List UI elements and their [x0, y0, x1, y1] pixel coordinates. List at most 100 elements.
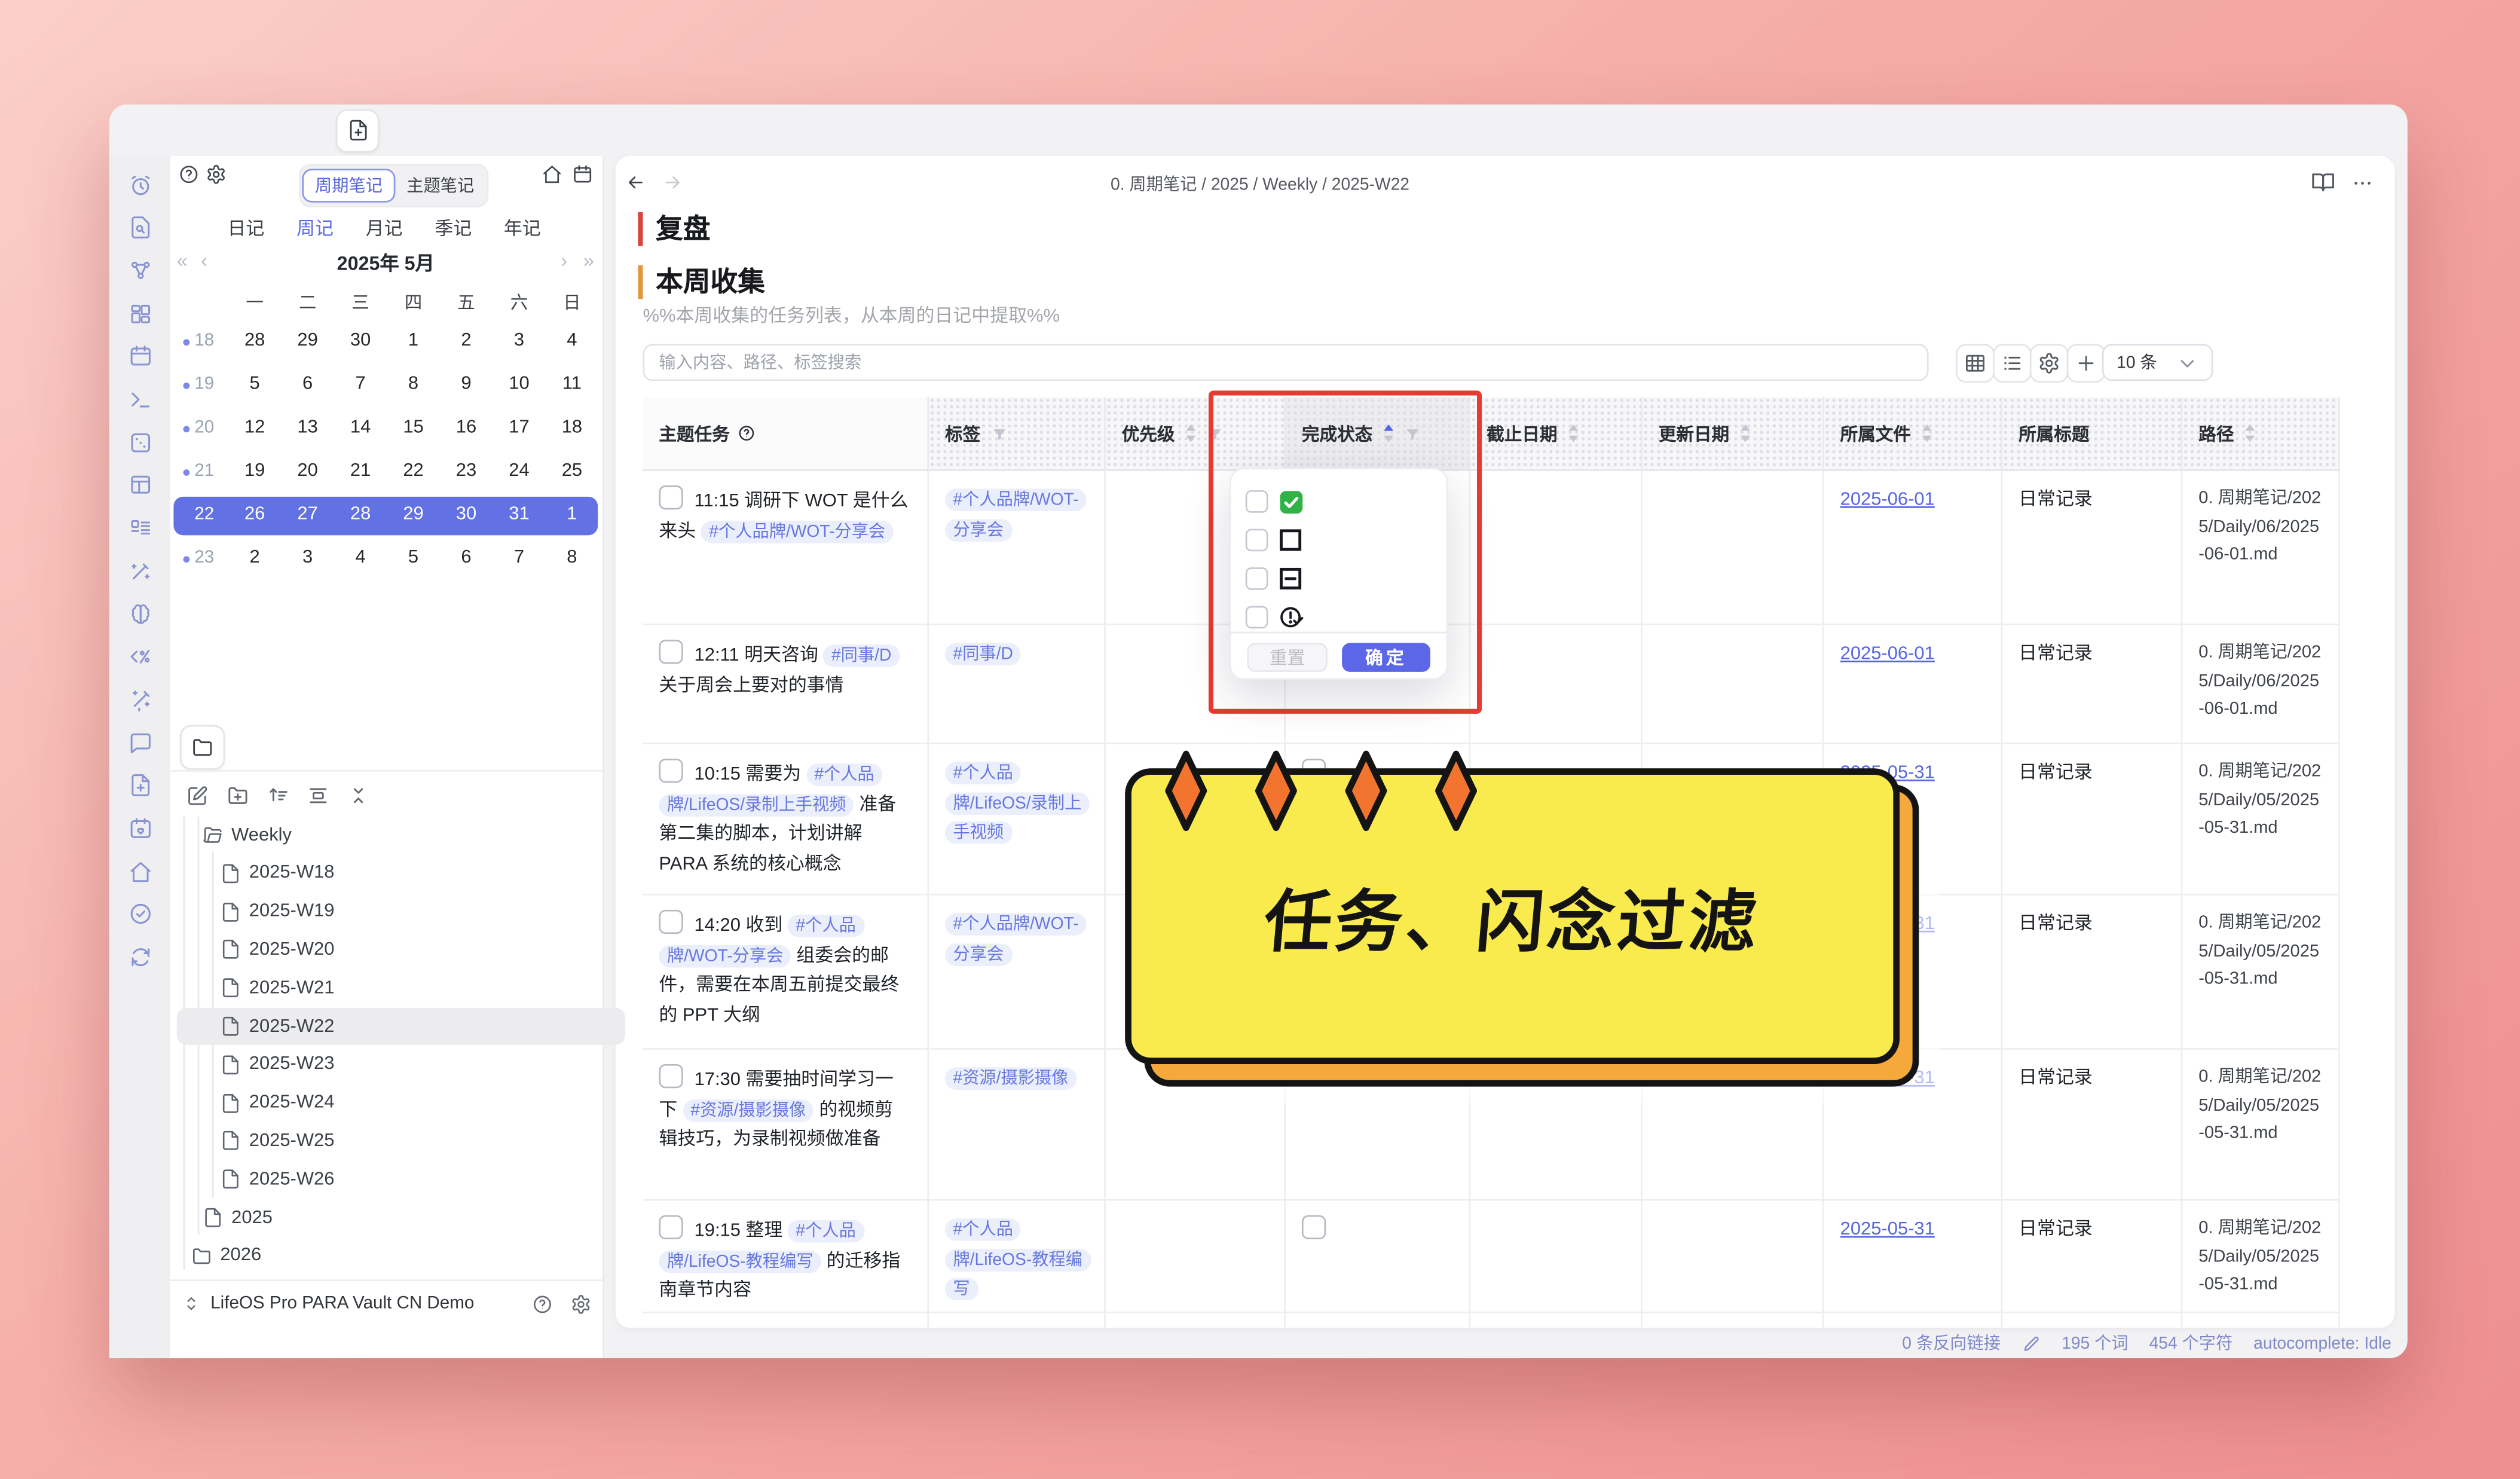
inline-tag-chip[interactable]: #资源/摄影摄像	[683, 1099, 814, 1122]
code-percent-icon[interactable]	[127, 644, 152, 670]
calendar-day[interactable]: 7	[355, 374, 365, 393]
page-size-select[interactable]: 10 条	[2102, 344, 2213, 381]
list-details-icon[interactable]	[127, 515, 152, 541]
fold-vertical-icon[interactable]	[345, 783, 369, 806]
calendar-day[interactable]: 3	[302, 548, 313, 567]
calendar-day[interactable]: 17	[509, 418, 529, 437]
period-tab-0[interactable]: 日记	[227, 215, 264, 241]
calendar-day[interactable]: 15	[403, 418, 423, 437]
calendar-day[interactable]: 20	[297, 462, 317, 481]
calendar-day[interactable]: 3	[514, 331, 524, 350]
option-checkbox[interactable]	[1246, 567, 1268, 590]
help-circle-icon[interactable]	[532, 1294, 553, 1315]
calendar-day[interactable]: 23	[456, 462, 476, 481]
status-checkbox[interactable]	[1302, 1215, 1326, 1239]
week-number[interactable]: 22	[194, 505, 214, 524]
files-tab-button[interactable]	[180, 725, 225, 770]
backlinks-count[interactable]: 0 条反向链接	[1902, 1331, 2001, 1355]
week-number[interactable]: 21	[194, 462, 214, 481]
calendar-day[interactable]: 8	[567, 548, 577, 567]
calendar-day[interactable]: 13	[297, 418, 317, 437]
search-input[interactable]	[643, 344, 1929, 381]
calendar-day[interactable]: 28	[350, 505, 371, 524]
column-header-7[interactable]: 所属标题	[2002, 397, 2182, 471]
week-number[interactable]: 20	[194, 418, 214, 437]
calendar-day[interactable]: 10	[509, 374, 529, 393]
tree-item-2025-w26[interactable]: 2025-W26	[177, 1161, 625, 1198]
sort-icon[interactable]	[1741, 425, 1750, 442]
next-year-button[interactable]: »	[583, 249, 594, 272]
sort-icon[interactable]	[1922, 425, 1932, 442]
calendar-day[interactable]: 24	[509, 462, 529, 481]
gear-icon[interactable]	[206, 164, 227, 185]
sort-icon[interactable]	[1568, 425, 1578, 442]
collapse-icon[interactable]	[305, 783, 329, 806]
period-tab-3[interactable]: 季记	[435, 215, 472, 241]
tree-item-2025-w24[interactable]: 2025-W24	[177, 1084, 625, 1122]
column-header-5[interactable]: 更新日期	[1643, 397, 1824, 471]
circle-check-icon[interactable]	[127, 902, 152, 927]
sync-icon[interactable]	[127, 945, 152, 970]
calendar-heart-icon[interactable]	[127, 816, 152, 842]
week-number[interactable]: 19	[194, 374, 214, 393]
calendar-day[interactable]: 4	[567, 331, 577, 350]
task-checkbox[interactable]	[659, 1215, 683, 1239]
calendar-day[interactable]: 29	[297, 331, 317, 350]
layout-icon[interactable]	[127, 472, 152, 498]
calendar-day[interactable]: 7	[514, 548, 524, 567]
column-header-3[interactable]: 完成状态	[1286, 397, 1470, 471]
calendar-day[interactable]: 26	[244, 505, 265, 524]
calendar-day[interactable]: 11	[562, 374, 582, 393]
calendar-day[interactable]: 2	[250, 548, 260, 567]
calendar-day[interactable]: 18	[562, 418, 582, 437]
graph-icon[interactable]	[127, 258, 152, 283]
pencil-icon[interactable]	[2021, 1333, 2041, 1352]
home-icon[interactable]	[127, 858, 152, 884]
tag-chip[interactable]: #个人品牌/WOT-分享会	[945, 488, 1087, 540]
column-header-6[interactable]: 所属文件	[1824, 397, 2002, 471]
sparkles-icon[interactable]	[127, 687, 152, 713]
column-header-4[interactable]: 截止日期	[1470, 397, 1643, 471]
dashboard-icon[interactable]	[127, 301, 152, 326]
calendar-day[interactable]: 30	[456, 505, 476, 524]
tag-chip[interactable]: #个人品牌/WOT-分享会	[945, 913, 1087, 965]
task-checkbox[interactable]	[659, 1064, 683, 1088]
vault-name[interactable]: LifeOS Pro PARA Vault CN Demo	[210, 1294, 474, 1313]
sort-icon[interactable]	[1186, 425, 1195, 442]
file-link[interactable]: 2025-05-31	[1840, 1220, 1935, 1239]
tree-item-2025-w25[interactable]: 2025-W25	[177, 1123, 625, 1160]
list-view-button[interactable]	[1993, 344, 2032, 383]
next-month-button[interactable]: ›	[561, 249, 567, 272]
tree-item-2025-w22[interactable]: 2025-W22	[177, 1008, 625, 1045]
calendar-day[interactable]: 19	[244, 462, 265, 481]
filter-option-status-done-icon[interactable]	[1246, 485, 1304, 518]
inline-tag-chip[interactable]: #同事/D	[824, 644, 900, 667]
option-checkbox[interactable]	[1246, 529, 1268, 552]
column-header-2[interactable]: 优先级	[1106, 397, 1286, 471]
ellipsis-icon[interactable]	[2351, 172, 2374, 195]
dice-icon[interactable]	[127, 429, 152, 455]
calendar-day[interactable]: 31	[509, 505, 529, 524]
calendar-day[interactable]: 1	[567, 505, 577, 524]
confirm-button[interactable]: 确定	[1342, 643, 1430, 672]
tag-chip[interactable]: #个人品牌/LifeOS/录制上手视频	[945, 762, 1090, 844]
task-checkbox[interactable]	[659, 910, 683, 934]
funnel-icon[interactable]	[1405, 425, 1421, 441]
column-header-8[interactable]: 路径	[2182, 397, 2340, 471]
tree-item-2025-w19[interactable]: 2025-W19	[177, 893, 625, 930]
brain-icon[interactable]	[127, 601, 152, 627]
calendar-day[interactable]: 5	[250, 374, 260, 393]
sort-icon[interactable]	[1384, 425, 1393, 442]
table-view-button[interactable]	[1956, 344, 1995, 383]
task-checkbox[interactable]	[659, 759, 683, 783]
calendar-day[interactable]: 1	[408, 331, 418, 350]
calendar-day[interactable]: 25	[562, 462, 582, 481]
task-checkbox[interactable]	[659, 485, 683, 509]
edit-icon[interactable]	[185, 783, 209, 806]
tag-chip[interactable]: #资源/摄影摄像	[945, 1067, 1076, 1090]
filter-option-status-overdue-icon[interactable]	[1246, 601, 1305, 634]
calendar-day[interactable]: 27	[297, 505, 317, 524]
option-checkbox[interactable]	[1246, 490, 1268, 513]
tag-chip[interactable]: #个人品牌/LifeOS-教程编写	[945, 1218, 1090, 1300]
message-icon[interactable]	[127, 730, 152, 756]
